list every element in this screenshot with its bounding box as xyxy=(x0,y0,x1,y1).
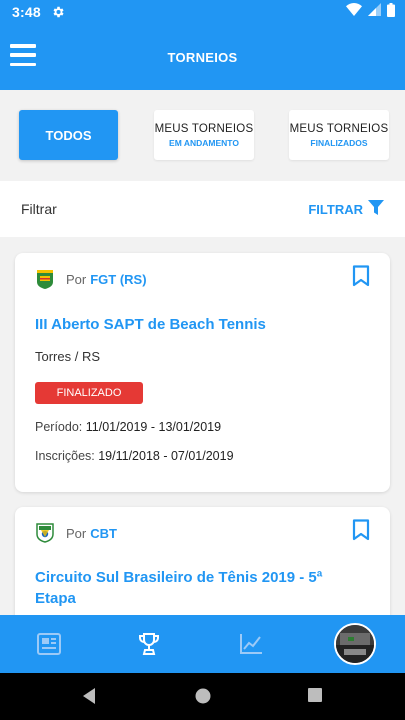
tab-sublabel: EM ANDAMENTO xyxy=(169,137,239,148)
organizer-link[interactable]: CBT xyxy=(90,526,117,541)
home-icon[interactable] xyxy=(194,687,212,705)
tab-label: MEUS TORNEIOS xyxy=(154,122,254,135)
wifi-icon xyxy=(346,3,362,21)
tournament-filter-tabs: TODOS MEUS TORNEIOS EM ANDAMENTO MEUS TO… xyxy=(0,90,405,180)
organizer-prefix: Por xyxy=(66,525,87,541)
tournament-location: Torres / RS xyxy=(35,349,101,364)
tab-sublabel: FINALIZADOS xyxy=(310,137,368,148)
registration-value: 19/11/2018 - 07/01/2019 xyxy=(98,449,234,463)
tab-label: MEUS TORNEIOS xyxy=(289,122,389,135)
tournament-title[interactable]: III Aberto SAPT de Beach Tennis xyxy=(35,314,266,335)
registration-line: Inscrições: 19/11/2018 - 07/01/2019 xyxy=(35,449,234,463)
tab-finalizados[interactable]: MEUS TORNEIOS FINALIZADOS xyxy=(289,110,389,160)
period-value: 11/01/2019 - 13/01/2019 xyxy=(85,420,222,434)
filter-button-label: FILTRAR xyxy=(308,201,363,217)
fgt-logo-icon xyxy=(34,268,56,290)
filter-funnel-icon xyxy=(368,200,384,218)
period-label: Período: xyxy=(35,420,83,434)
period-line: Período: 11/01/2019 - 13/01/2019 xyxy=(35,420,221,434)
tournament-title[interactable]: Circuito Sul Brasileiro de Tênis 2019 - … xyxy=(35,567,335,609)
status-time: 3:48 xyxy=(12,4,41,20)
profile-avatar[interactable] xyxy=(334,623,376,665)
organizer-prefix: Por xyxy=(66,271,87,287)
filter-bar: Filtrar FILTRAR xyxy=(0,181,405,237)
bookmark-icon[interactable] xyxy=(352,519,370,541)
back-icon[interactable] xyxy=(81,687,97,705)
system-navigation-bar xyxy=(0,673,405,720)
organizer-link[interactable]: FGT (RS) xyxy=(90,272,146,287)
recents-icon[interactable] xyxy=(307,687,323,703)
menu-hamburger-icon[interactable] xyxy=(10,44,36,66)
chart-icon[interactable] xyxy=(238,631,264,657)
app-bar: TORNEIOS xyxy=(0,24,405,90)
tab-label: TODOS xyxy=(45,127,92,143)
settings-gear-icon xyxy=(51,5,65,19)
status-bar: 3:48 xyxy=(0,0,405,24)
battery-icon xyxy=(387,2,395,22)
organizer-row: Por CBT xyxy=(34,522,117,544)
filter-button[interactable]: FILTRAR xyxy=(308,200,384,218)
status-badge: FINALIZADO xyxy=(35,382,143,404)
tournament-card[interactable]: Por FGT (RS) III Aberto SAPT de Beach Te… xyxy=(15,253,390,492)
tab-em-andamento[interactable]: MEUS TORNEIOS EM ANDAMENTO xyxy=(154,110,254,160)
signal-icon xyxy=(368,3,381,21)
cbt-logo-icon xyxy=(34,522,56,544)
registration-label: Inscrições: xyxy=(35,449,95,463)
page-title: TORNEIOS xyxy=(167,49,238,65)
bookmark-icon[interactable] xyxy=(352,265,370,287)
organizer-row: Por FGT (RS) xyxy=(34,268,147,290)
bottom-navigation xyxy=(0,615,405,673)
filter-label: Filtrar xyxy=(21,201,57,217)
trophy-icon[interactable] xyxy=(136,631,162,657)
news-icon[interactable] xyxy=(36,631,62,657)
tab-todos[interactable]: TODOS xyxy=(19,110,118,160)
